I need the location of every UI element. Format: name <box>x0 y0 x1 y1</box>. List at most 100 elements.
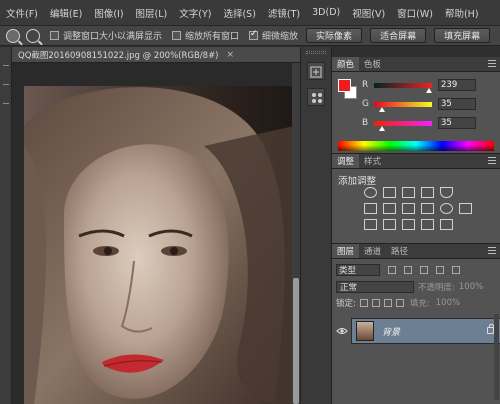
zoom-all-windows-checkbox[interactable]: 缩放所有窗口 <box>172 29 239 42</box>
layers-scrollbar[interactable] <box>494 314 499 400</box>
menu-select[interactable]: 选择(S) <box>217 6 261 20</box>
pixel-filter-icon[interactable] <box>388 265 396 274</box>
fill-value[interactable]: 100% <box>436 298 460 308</box>
strip-grip[interactable] <box>306 51 326 54</box>
levels-icon[interactable] <box>383 187 396 198</box>
fit-screen-button[interactable]: 适合屏幕 <box>370 28 427 43</box>
threshold-icon[interactable] <box>402 219 415 230</box>
foreground-color-swatch[interactable] <box>338 79 351 92</box>
opacity-value[interactable]: 100% <box>459 282 483 292</box>
toolbar-grip[interactable] <box>2 103 9 104</box>
empty-slot <box>459 187 472 198</box>
tab-paths[interactable]: 路径 <box>386 244 413 258</box>
lock-transparent-icon[interactable] <box>359 298 368 307</box>
lock-image-icon[interactable] <box>371 298 380 307</box>
fill-screen-button[interactable]: 填充屏幕 <box>434 28 491 43</box>
lock-all-icon[interactable] <box>395 298 404 307</box>
tab-swatches[interactable]: 色板 <box>359 57 386 71</box>
channel-label: B <box>362 118 369 128</box>
menu-help[interactable]: 帮助(H) <box>439 6 485 20</box>
green-value-field[interactable]: 35 <box>438 98 476 110</box>
zoom-out-icon[interactable] <box>26 28 40 43</box>
tools-panel <box>0 47 12 404</box>
menu-file[interactable]: 文件(F) <box>0 6 44 20</box>
type-filter-icon[interactable] <box>420 265 428 274</box>
menu-window[interactable]: 窗口(W) <box>391 6 439 20</box>
layer-name[interactable]: 背景 <box>382 325 400 338</box>
history-panel-icon[interactable] <box>307 62 325 80</box>
color-balance-icon[interactable] <box>383 203 396 214</box>
color-lookup-icon[interactable] <box>459 203 472 214</box>
menu-image[interactable]: 图像(I) <box>88 6 129 20</box>
slider-marker[interactable] <box>379 106 385 112</box>
actual-pixels-button[interactable]: 实际像素 <box>306 28 363 43</box>
tab-styles[interactable]: 样式 <box>359 154 386 168</box>
lock-position-icon[interactable] <box>383 298 392 307</box>
layer-filter-row: 类型 <box>336 263 496 276</box>
zoom-in-icon[interactable] <box>6 28 20 43</box>
channel-mixer-icon[interactable] <box>440 203 453 214</box>
brightness-contrast-icon[interactable] <box>364 187 377 198</box>
photo-filter-icon[interactable] <box>421 203 434 214</box>
color-spectrum-bar[interactable] <box>338 141 494 151</box>
channel-label: R <box>362 80 369 90</box>
checkbox-box[interactable] <box>50 31 59 40</box>
menu-3d[interactable]: 3D(D) <box>306 7 346 18</box>
panel-menu-icon[interactable] <box>488 157 496 166</box>
panel-menu-icon[interactable] <box>488 60 496 69</box>
scrollbar-thumb[interactable] <box>293 278 299 404</box>
panel-menu-icon[interactable] <box>488 247 496 256</box>
collapsed-panel-strip <box>300 47 332 404</box>
portrait-photo <box>24 86 292 404</box>
red-value-field[interactable]: 239 <box>438 79 476 91</box>
menu-filter[interactable]: 滤镜(T) <box>262 6 306 20</box>
red-slider[interactable] <box>374 82 432 93</box>
lock-row: 锁定: 填充: 100% <box>336 296 496 309</box>
hue-saturation-icon[interactable] <box>364 203 377 214</box>
visibility-eye-icon[interactable] <box>332 318 352 344</box>
smart-object-filter-icon[interactable] <box>452 265 460 274</box>
layer-kind-select[interactable]: 类型 <box>336 263 380 276</box>
selective-color-icon[interactable] <box>440 219 453 230</box>
tab-channels[interactable]: 通道 <box>359 244 386 258</box>
menu-layer[interactable]: 图层(L) <box>130 6 174 20</box>
tab-adjustments[interactable]: 调整 <box>332 154 360 168</box>
checkbox-box[interactable] <box>172 31 182 40</box>
shape-filter-icon[interactable] <box>436 265 444 274</box>
properties-panel-icon[interactable] <box>307 88 325 106</box>
resize-windows-checkbox[interactable]: 调整窗口大小以满屏显示 <box>50 29 162 42</box>
green-slider[interactable] <box>374 101 432 112</box>
blue-slider[interactable] <box>374 120 432 131</box>
slider-marker[interactable] <box>379 125 385 131</box>
menu-type[interactable]: 文字(Y) <box>173 6 217 20</box>
gradient-map-icon[interactable] <box>421 219 434 230</box>
adjustment-filter-icon[interactable] <box>404 265 412 274</box>
toolbar-grip[interactable] <box>2 65 9 66</box>
canvas-scrollbar[interactable] <box>292 63 300 404</box>
tab-layers[interactable]: 图层 <box>332 244 360 258</box>
close-icon[interactable]: × <box>227 50 235 60</box>
vibrance-icon[interactable] <box>440 187 453 198</box>
history-icon <box>310 66 322 78</box>
posterize-icon[interactable] <box>383 219 396 230</box>
layers-panel-tabs: 图层 通道 路径 <box>332 244 500 259</box>
blend-mode-select[interactable]: 正常 <box>336 280 414 293</box>
exposure-icon[interactable] <box>421 187 434 198</box>
black-white-icon[interactable] <box>402 203 415 214</box>
layer-thumbnail[interactable] <box>356 321 374 341</box>
canvas-area[interactable] <box>12 63 292 404</box>
blue-value-field[interactable]: 35 <box>438 117 476 129</box>
resize-windows-label: 调整窗口大小以满屏显示 <box>63 32 163 42</box>
document-tab[interactable]: QQ截图20160908151022.jpg @ 200%(RGB/8#) × <box>12 47 300 63</box>
invert-icon[interactable] <box>364 219 377 230</box>
checkbox-box-checked[interactable] <box>249 29 259 40</box>
tab-color[interactable]: 颜色 <box>332 57 360 71</box>
curves-icon[interactable] <box>402 187 415 198</box>
layer-row-background[interactable]: 背景 <box>332 318 500 344</box>
toolbar-grip[interactable] <box>2 84 9 85</box>
opacity-label: 不透明度: <box>418 282 455 293</box>
menu-edit[interactable]: 编辑(E) <box>44 6 88 20</box>
slider-marker[interactable] <box>426 87 432 93</box>
scrubby-zoom-checkbox[interactable]: 细微缩放 <box>249 29 298 42</box>
menu-view[interactable]: 视图(V) <box>346 6 391 20</box>
